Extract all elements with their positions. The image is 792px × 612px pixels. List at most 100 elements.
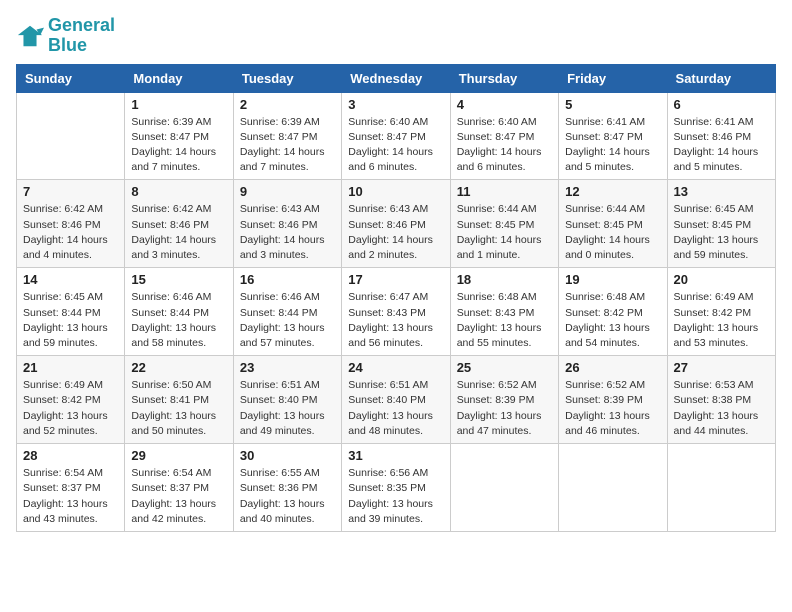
day-info: Sunrise: 6:51 AMSunset: 8:40 PMDaylight:… [348,378,443,439]
calendar-cell: 30 Sunrise: 6:55 AMSunset: 8:36 PMDayligh… [233,444,341,532]
day-number: 11 [457,184,552,199]
day-info: Sunrise: 6:40 AMSunset: 8:47 PMDaylight:… [457,115,552,176]
day-number: 22 [131,360,226,375]
calendar-cell [559,444,667,532]
calendar-cell: 31Sunrise: 6:56 AMSunset: 8:35 PMDayligh… [342,444,450,532]
calendar-cell: 26Sunrise: 6:52 AMSunset: 8:39 PMDayligh… [559,356,667,444]
day-number: 31 [348,448,443,463]
calendar-cell: 16 Sunrise: 6:46 AMSunset: 8:44 PMDayligh… [233,268,341,356]
calendar-cell: 20Sunrise: 6:49 AMSunset: 8:42 PMDayligh… [667,268,775,356]
day-number: 28 [23,448,118,463]
logo-text: General [48,16,115,36]
day-info: Sunrise: 6:51 AMSunset: 8:40 PMDaylight:… [240,378,335,439]
calendar-cell: 17Sunrise: 6:47 AMSunset: 8:43 PMDayligh… [342,268,450,356]
calendar-cell: 15Sunrise: 6:46 AMSunset: 8:44 PMDayligh… [125,268,233,356]
day-number: 23 [240,360,335,375]
day-header-tuesday: Tuesday [233,64,341,92]
day-info: Sunrise: 6:49 AMSunset: 8:42 PMDaylight:… [23,378,118,439]
calendar-week-2: 7 Sunrise: 6:42 AMSunset: 8:46 PMDaylight… [17,180,776,268]
calendar-header: SundayMondayTuesdayWednesdayThursdayFrid… [17,64,776,92]
day-number: 2 [240,97,335,112]
day-number: 13 [674,184,769,199]
day-number: 25 [457,360,552,375]
day-number: 12 [565,184,660,199]
day-number: 19 [565,272,660,287]
day-info: Sunrise: 6:46 AMSunset: 8:44 PMDaylight:… [240,290,335,351]
day-info: Sunrise: 6:45 AMSunset: 8:45 PMDaylight:… [674,202,769,263]
calendar-cell: 19 Sunrise: 6:48 AMSunset: 8:42 PMDayligh… [559,268,667,356]
day-info: Sunrise: 6:39 AMSunset: 8:47 PMDaylight:… [131,115,226,176]
day-info: Sunrise: 6:53 AMSunset: 8:38 PMDaylight:… [674,378,769,439]
logo-subtext: Blue [48,36,115,56]
calendar-cell: 24Sunrise: 6:51 AMSunset: 8:40 PMDayligh… [342,356,450,444]
calendar-cell: 18Sunrise: 6:48 AMSunset: 8:43 PMDayligh… [450,268,558,356]
day-info: Sunrise: 6:52 AMSunset: 8:39 PMDaylight:… [565,378,660,439]
day-info: Sunrise: 6:41 AMSunset: 8:47 PMDaylight:… [565,115,660,176]
day-header-saturday: Saturday [667,64,775,92]
calendar-cell: 10 Sunrise: 6:43 AMSunset: 8:46 PMDayligh… [342,180,450,268]
calendar-week-5: 28 Sunrise: 6:54 AMSunset: 8:37 PMDayligh… [17,444,776,532]
day-number: 1 [131,97,226,112]
day-header-sunday: Sunday [17,64,125,92]
page-header: General Blue [16,16,776,56]
calendar-cell: 25 Sunrise: 6:52 AMSunset: 8:39 PMDayligh… [450,356,558,444]
calendar-cell [667,444,775,532]
calendar-cell [450,444,558,532]
day-number: 16 [240,272,335,287]
day-info: Sunrise: 6:40 AMSunset: 8:47 PMDaylight:… [348,115,443,176]
day-info: Sunrise: 6:43 AMSunset: 8:46 PMDaylight:… [348,202,443,263]
day-header-thursday: Thursday [450,64,558,92]
day-info: Sunrise: 6:41 AMSunset: 8:46 PMDaylight:… [674,115,769,176]
day-number: 5 [565,97,660,112]
day-number: 9 [240,184,335,199]
day-info: Sunrise: 6:52 AMSunset: 8:39 PMDaylight:… [457,378,552,439]
day-info: Sunrise: 6:55 AMSunset: 8:36 PMDaylight:… [240,466,335,527]
calendar-week-1: 1 Sunrise: 6:39 AMSunset: 8:47 PMDaylight… [17,92,776,180]
calendar-cell: 7Sunrise: 6:42 AMSunset: 8:46 PMDaylight… [17,180,125,268]
day-number: 30 [240,448,335,463]
day-number: 7 [23,184,118,199]
calendar-table: SundayMondayTuesdayWednesdayThursdayFrid… [16,64,776,532]
calendar-cell: 13 Sunrise: 6:45 AMSunset: 8:45 PMDayligh… [667,180,775,268]
day-number: 17 [348,272,443,287]
calendar-cell: 9 Sunrise: 6:43 AMSunset: 8:46 PMDaylight… [233,180,341,268]
day-header-monday: Monday [125,64,233,92]
day-info: Sunrise: 6:45 AMSunset: 8:44 PMDaylight:… [23,290,118,351]
day-info: Sunrise: 6:44 AMSunset: 8:45 PMDaylight:… [457,202,552,263]
day-info: Sunrise: 6:48 AMSunset: 8:43 PMDaylight:… [457,290,552,351]
calendar-cell [17,92,125,180]
calendar-cell: 22Sunrise: 6:50 AMSunset: 8:41 PMDayligh… [125,356,233,444]
calendar-cell: 12 Sunrise: 6:44 AMSunset: 8:45 PMDayligh… [559,180,667,268]
calendar-cell: 27Sunrise: 6:53 AMSunset: 8:38 PMDayligh… [667,356,775,444]
calendar-week-4: 21 Sunrise: 6:49 AMSunset: 8:42 PMDayligh… [17,356,776,444]
calendar-cell: 2 Sunrise: 6:39 AMSunset: 8:47 PMDaylight… [233,92,341,180]
day-info: Sunrise: 6:43 AMSunset: 8:46 PMDaylight:… [240,202,335,263]
day-number: 29 [131,448,226,463]
day-info: Sunrise: 6:46 AMSunset: 8:44 PMDaylight:… [131,290,226,351]
calendar-cell: 3 Sunrise: 6:40 AMSunset: 8:47 PMDaylight… [342,92,450,180]
day-number: 6 [674,97,769,112]
day-info: Sunrise: 6:42 AMSunset: 8:46 PMDaylight:… [131,202,226,263]
day-info: Sunrise: 6:54 AMSunset: 8:37 PMDaylight:… [23,466,118,527]
day-number: 10 [348,184,443,199]
day-number: 8 [131,184,226,199]
calendar-cell: 23 Sunrise: 6:51 AMSunset: 8:40 PMDayligh… [233,356,341,444]
calendar-cell: 21 Sunrise: 6:49 AMSunset: 8:42 PMDayligh… [17,356,125,444]
calendar-cell: 5 Sunrise: 6:41 AMSunset: 8:47 PMDaylight… [559,92,667,180]
day-number: 21 [23,360,118,375]
day-info: Sunrise: 6:44 AMSunset: 8:45 PMDaylight:… [565,202,660,263]
day-number: 20 [674,272,769,287]
calendar-cell: 28 Sunrise: 6:54 AMSunset: 8:37 PMDayligh… [17,444,125,532]
logo: General Blue [16,16,115,56]
day-info: Sunrise: 6:39 AMSunset: 8:47 PMDaylight:… [240,115,335,176]
calendar-cell: 6 Sunrise: 6:41 AMSunset: 8:46 PMDaylight… [667,92,775,180]
day-number: 3 [348,97,443,112]
calendar-cell: 8 Sunrise: 6:42 AMSunset: 8:46 PMDaylight… [125,180,233,268]
day-number: 4 [457,97,552,112]
day-info: Sunrise: 6:48 AMSunset: 8:42 PMDaylight:… [565,290,660,351]
calendar-week-3: 14Sunrise: 6:45 AMSunset: 8:44 PMDayligh… [17,268,776,356]
calendar-cell: 11 Sunrise: 6:44 AMSunset: 8:45 PMDayligh… [450,180,558,268]
day-info: Sunrise: 6:54 AMSunset: 8:37 PMDaylight:… [131,466,226,527]
calendar-cell: 1 Sunrise: 6:39 AMSunset: 8:47 PMDaylight… [125,92,233,180]
calendar-cell: 29 Sunrise: 6:54 AMSunset: 8:37 PMDayligh… [125,444,233,532]
